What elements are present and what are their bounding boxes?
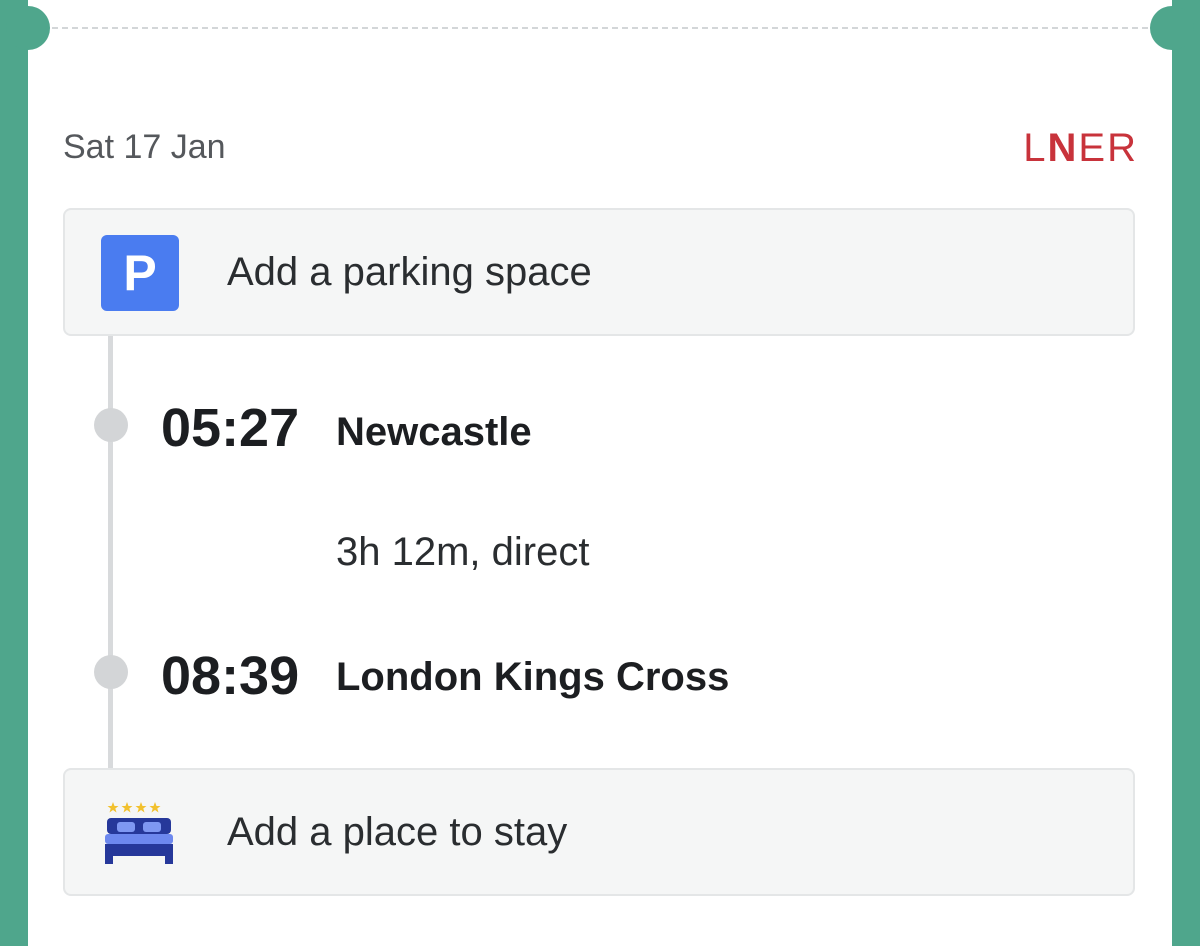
lner-logo: LNER <box>1023 126 1138 171</box>
parking-icon: P <box>101 235 179 311</box>
departure-station: Newcastle <box>336 410 532 454</box>
logo-letter-n: N <box>1047 126 1079 170</box>
logo-letter-e: E <box>1078 126 1108 170</box>
logo-letter-l: L <box>1023 126 1048 170</box>
logo-letter-r: R <box>1107 126 1138 170</box>
add-stay-label: Add a place to stay <box>227 809 568 854</box>
journey-date: Sat 17 Jan <box>63 128 226 166</box>
journey-timeline <box>108 336 113 768</box>
ticket-notch-left <box>6 6 50 50</box>
departure-dot <box>94 408 128 442</box>
arrival-time: 08:39 <box>161 646 300 706</box>
add-parking-button[interactable]: P Add a parking space <box>63 208 1135 336</box>
arrival-dot <box>94 655 128 689</box>
journey-card: Sat 17 Jan LNER P Add a parking space 05… <box>6 0 1194 946</box>
perforation-divider <box>52 27 1148 29</box>
add-stay-button[interactable]: Add a place to stay <box>63 768 1135 896</box>
add-parking-label: Add a parking space <box>227 249 592 294</box>
departure-time: 05:27 <box>161 398 300 458</box>
arrival-station: London Kings Cross <box>336 655 730 699</box>
hotel-bed-icon <box>105 802 173 864</box>
journey-duration: 3h 12m, direct <box>336 530 590 574</box>
ticket-notch-right <box>1150 6 1194 50</box>
parking-icon-letter: P <box>123 245 157 301</box>
